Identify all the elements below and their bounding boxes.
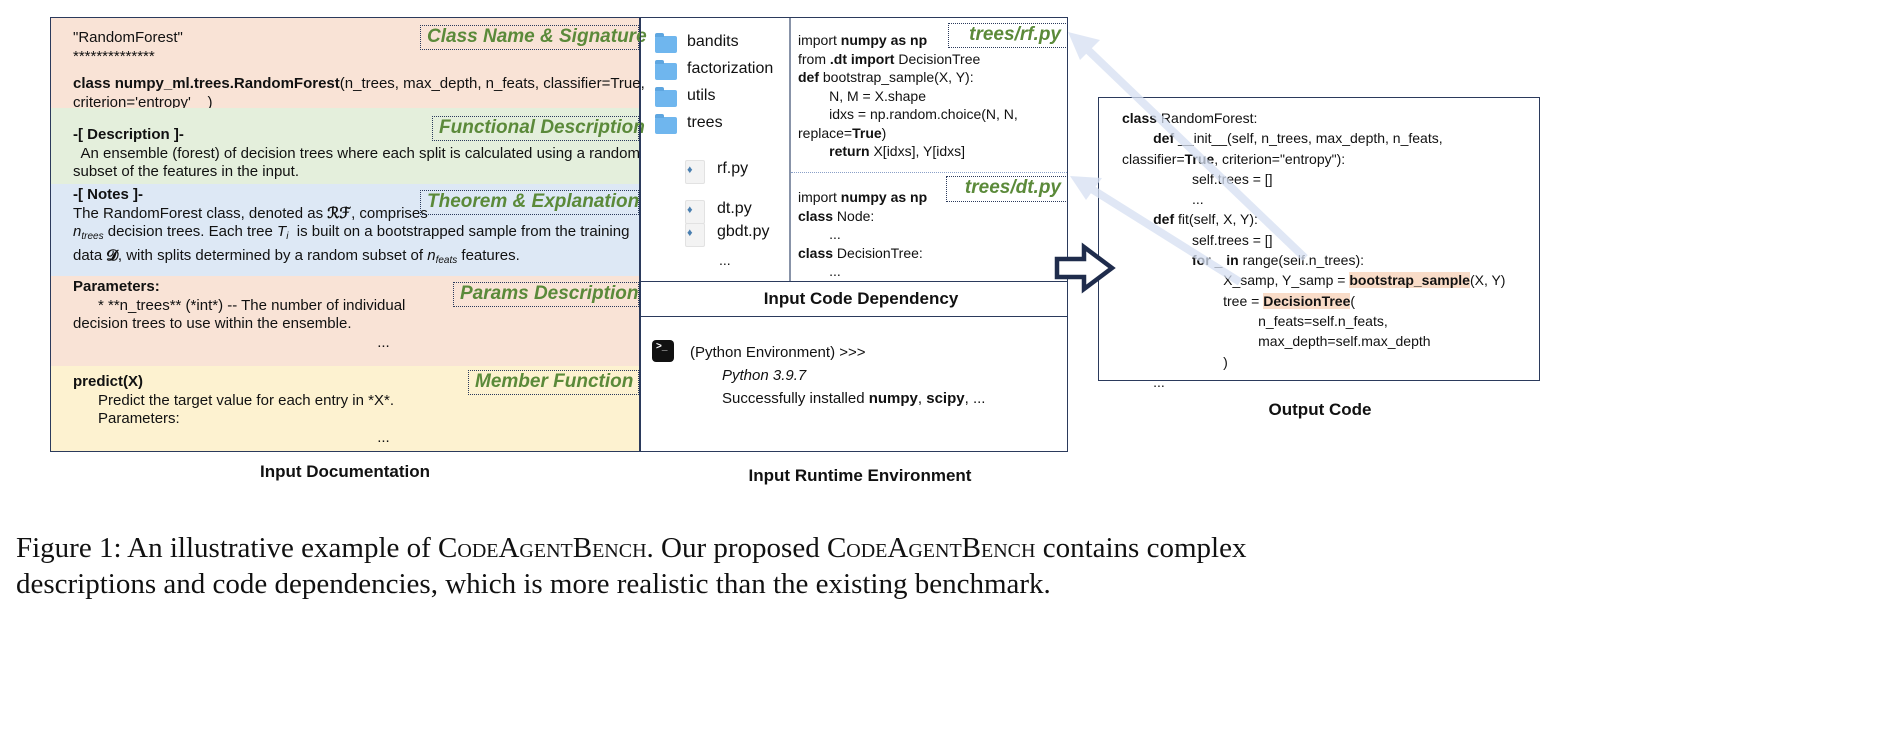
text-segment: contains complex (1035, 532, 1247, 564)
transform-arrow-icon (1054, 242, 1116, 294)
caption-line-1: Figure 1: An illustrative example of Cod… (16, 530, 1246, 566)
text-segment: CodeAgentBench (438, 532, 647, 564)
text-segment: Figure 1: An illustrative example of (16, 532, 439, 564)
text-segment: CodeAgentBench (826, 532, 1036, 564)
dependency-arrow-rf (1085, 47, 1308, 261)
text-segment: . Our proposed (646, 532, 827, 564)
text-segment: descriptions and code dependencies, whic… (16, 568, 1051, 600)
arrows-overlay (1054, 32, 1308, 294)
caption-line-2: descriptions and code dependencies, whic… (16, 566, 1051, 602)
